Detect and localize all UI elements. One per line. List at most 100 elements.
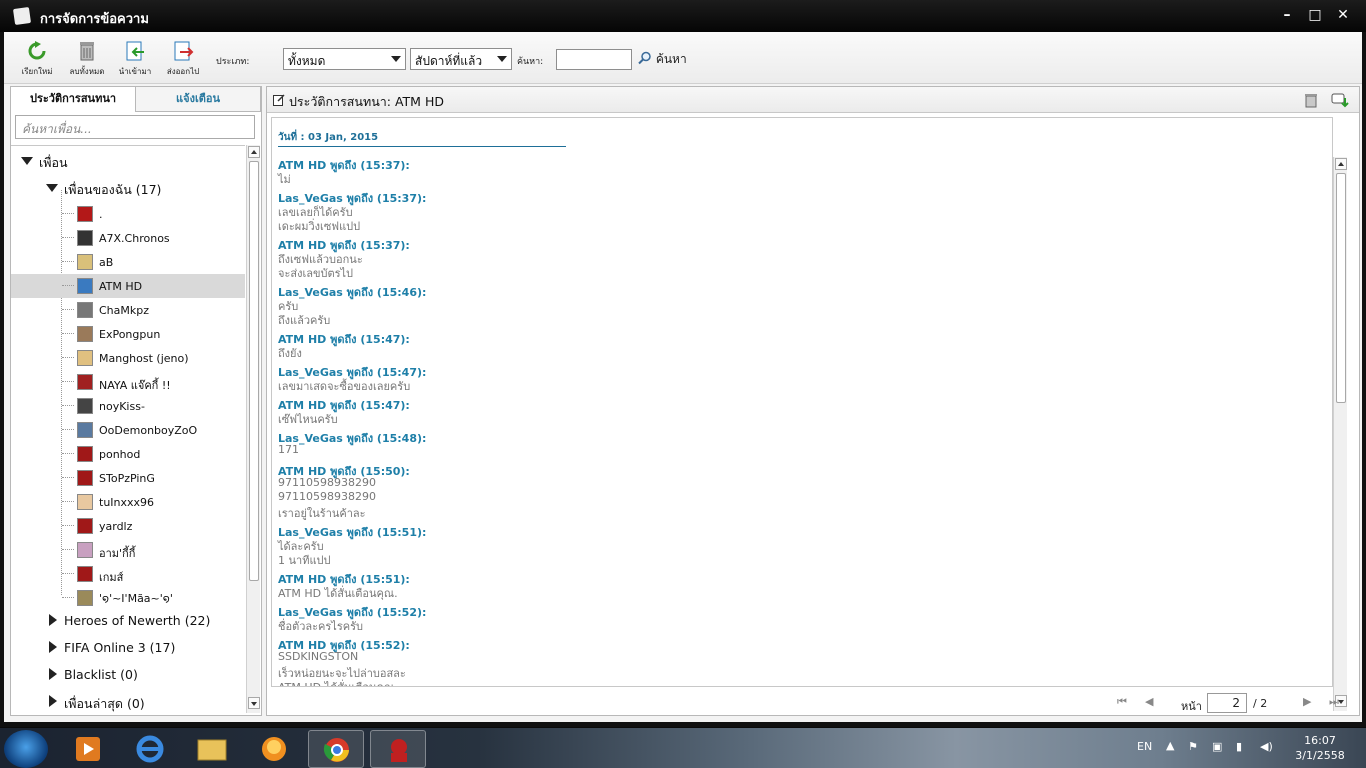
friend-item[interactable]: ExPongpun xyxy=(11,322,245,346)
tree-root-friends[interactable]: เพื่อน xyxy=(11,148,245,172)
start-button[interactable] xyxy=(4,730,48,768)
tree-connector xyxy=(62,357,74,358)
date-divider xyxy=(278,146,566,147)
friend-item[interactable]: . xyxy=(11,202,245,226)
message-text: 97110598938290 xyxy=(278,476,376,489)
trash-icon[interactable] xyxy=(1303,92,1319,108)
last-page-icon[interactable]: ⏭ xyxy=(1329,695,1339,709)
delete-all-button[interactable]: ลบทั้งหมด xyxy=(62,40,112,78)
chrome-taskbar-icon[interactable] xyxy=(308,730,364,768)
avatar xyxy=(77,446,93,462)
next-page-icon[interactable]: ▶ xyxy=(1303,695,1311,708)
tree-connector xyxy=(62,573,74,574)
app-taskbar-icon[interactable] xyxy=(246,730,302,768)
import-label: นำเข้ามา xyxy=(118,67,152,76)
tree-connector xyxy=(62,261,74,262)
message-text: 97110598938290 xyxy=(278,490,376,503)
prev-page-icon[interactable]: ◀ xyxy=(1145,695,1153,708)
scroll-up-arrow[interactable] xyxy=(248,146,260,158)
import-button[interactable]: นำเข้ามา xyxy=(110,40,160,78)
scroll-thumb[interactable] xyxy=(1336,173,1346,403)
scroll-down-arrow[interactable] xyxy=(248,697,260,709)
friend-search-input[interactable]: ค้นหาเพื่อน... xyxy=(15,115,255,139)
friend-item[interactable]: noyKiss- xyxy=(11,394,245,418)
period-select[interactable]: สัปดาห์ที่แล้ว xyxy=(410,48,512,70)
message-text: SSDKINGSTON xyxy=(278,650,359,663)
collapse-icon[interactable] xyxy=(21,157,33,165)
friend-group[interactable]: Blacklist (0) xyxy=(11,662,245,686)
tree-connector xyxy=(62,333,74,334)
avatar xyxy=(77,518,93,534)
expand-icon[interactable] xyxy=(49,668,57,680)
notepad-icon xyxy=(12,6,32,26)
friend-item[interactable]: ChaMkpz xyxy=(11,298,245,322)
page-number-input[interactable]: 2 xyxy=(1207,693,1247,713)
avatar xyxy=(77,422,93,438)
avatar xyxy=(77,278,93,294)
refresh-icon xyxy=(28,41,46,60)
usb-icon[interactable]: ▣ xyxy=(1212,740,1222,753)
friend-item[interactable]: '໑'~I'Mãa~'໑' xyxy=(11,586,245,610)
network-icon[interactable]: ▮ xyxy=(1236,740,1242,753)
media-player-taskbar-icon[interactable] xyxy=(60,730,116,768)
friend-item[interactable]: OoDemonboyZoO xyxy=(11,418,245,442)
avatar xyxy=(77,398,93,414)
friends-scrollbar[interactable] xyxy=(246,145,260,713)
message-text: ATM HD ได้สั่นเตือนคุณ. xyxy=(278,587,398,600)
friend-item[interactable]: A7X.Chronos xyxy=(11,226,245,250)
friend-item[interactable]: Manghost (jeno) xyxy=(11,346,245,370)
refresh-button[interactable]: เรียกใหม่ xyxy=(12,40,62,78)
friend-name: Manghost (jeno) xyxy=(99,352,189,365)
export-button[interactable]: ส่งออกไป xyxy=(158,40,208,78)
explorer-taskbar-icon[interactable] xyxy=(184,730,240,768)
tab-chat-history[interactable]: ประวัติการสนทนา xyxy=(11,87,136,112)
expand-icon[interactable] xyxy=(49,641,57,653)
root-label: เพื่อน xyxy=(39,155,68,170)
group-label: Heroes of Newerth (22) xyxy=(64,613,211,628)
friend-group[interactable]: FIFA Online 3 (17) xyxy=(11,635,245,659)
friend-group[interactable]: เพื่อนล่าสุด (0) xyxy=(11,689,245,713)
maximize-button[interactable]: □ xyxy=(1304,6,1326,24)
friend-group[interactable]: Heroes of Newerth (22) xyxy=(11,608,245,632)
language-indicator[interactable]: EN xyxy=(1137,740,1152,753)
search-input[interactable] xyxy=(556,49,632,70)
tree-connector xyxy=(62,237,74,238)
messenger-taskbar-icon[interactable] xyxy=(370,730,426,768)
ie-taskbar-icon[interactable] xyxy=(122,730,178,768)
expand-icon[interactable] xyxy=(49,614,57,626)
volume-icon[interactable]: ◀) xyxy=(1260,740,1273,753)
friend-item[interactable]: เกมส์ xyxy=(11,562,245,586)
chat-scrollbar-track[interactable] xyxy=(1333,157,1347,711)
show-hidden-icons[interactable]: ▲ xyxy=(1166,739,1174,752)
edit-icon xyxy=(273,94,285,106)
friend-item[interactable]: tuInxxx96 xyxy=(11,490,245,514)
friend-item[interactable]: ponhod xyxy=(11,442,245,466)
tab-notifications[interactable]: แจ้งเตือน xyxy=(136,87,261,112)
friend-item[interactable]: อาม'กี้กี้ xyxy=(11,538,245,562)
friend-item[interactable]: yardlz xyxy=(11,514,245,538)
save-chat-icon[interactable] xyxy=(1331,92,1349,108)
group-my-friends[interactable]: เพื่อนของฉัน (17) xyxy=(11,175,245,199)
collapse-icon[interactable] xyxy=(46,184,58,192)
clock[interactable]: 16:07 3/1/2558 xyxy=(1290,733,1350,763)
minimize-button[interactable]: – xyxy=(1276,6,1298,24)
first-page-icon[interactable]: ⏮ xyxy=(1117,695,1127,709)
expand-icon[interactable] xyxy=(49,695,57,707)
history-panel: ประวัติการสนทนา: ATM HD วันที่ : 03 Jan,… xyxy=(266,86,1360,716)
friend-item[interactable]: NAYA แจ๊คกี้ !! xyxy=(11,370,245,394)
friend-name: '໑'~I'Mãa~'໑' xyxy=(99,592,173,605)
friend-name: ExPongpun xyxy=(99,328,161,341)
friend-item[interactable]: SToPzPinG xyxy=(11,466,245,490)
search-button[interactable]: ค้นหา xyxy=(638,50,687,68)
type-select[interactable]: ทั้งหมด xyxy=(283,48,406,70)
friend-name: OoDemonboyZoO xyxy=(99,424,198,437)
close-button[interactable]: ✕ xyxy=(1332,6,1354,24)
friend-name: noyKiss- xyxy=(99,400,145,413)
scroll-thumb[interactable] xyxy=(249,161,259,581)
flag-icon[interactable]: ⚑ xyxy=(1188,740,1198,753)
friend-name: . xyxy=(99,208,103,221)
scroll-up-arrow[interactable] xyxy=(1335,158,1347,170)
friend-item[interactable]: ATM HD xyxy=(11,274,245,298)
friend-item[interactable]: aB xyxy=(11,250,245,274)
friend-name: อาม'กี้กี้ xyxy=(99,547,136,560)
